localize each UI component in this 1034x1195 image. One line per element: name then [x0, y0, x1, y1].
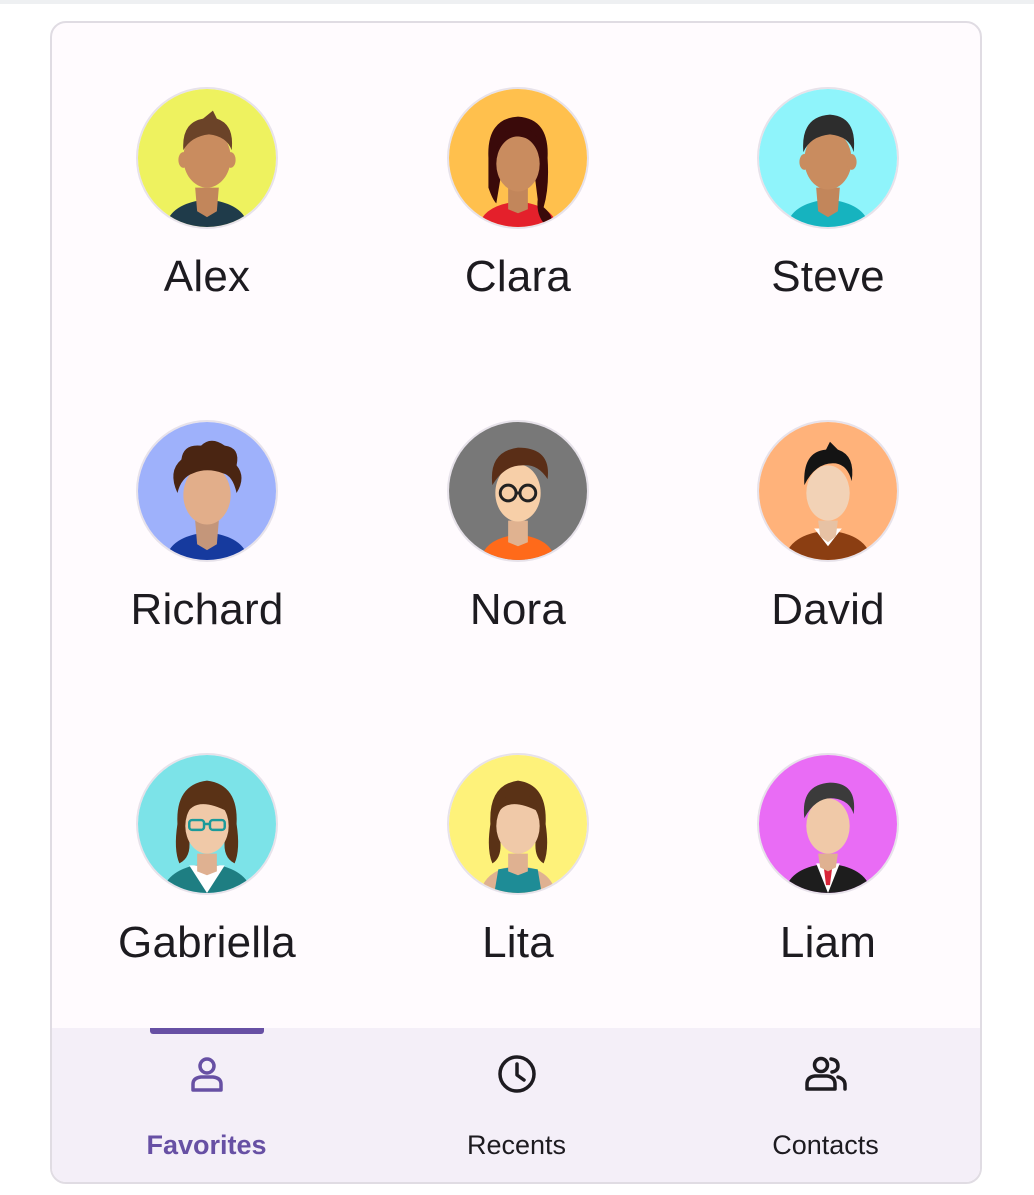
woman-avatar-icon	[449, 422, 587, 560]
nav-label: Favorites	[146, 1130, 267, 1160]
contact-steve[interactable]: Steve	[673, 87, 980, 327]
contact-david[interactable]: David	[673, 420, 980, 660]
favorites-card: Alex Clara Steve Richard Nora David Gabr…	[50, 21, 982, 1184]
contact-name: David	[771, 585, 885, 634]
nav-item-contacts[interactable]: Contacts	[671, 1028, 980, 1182]
avatar	[447, 753, 589, 895]
contact-name: Steve	[771, 252, 885, 301]
contact-name: Nora	[469, 585, 567, 634]
contact-gabriella[interactable]: Gabriella	[52, 753, 362, 993]
contact-nora[interactable]: Nora	[363, 420, 673, 660]
contact-clara[interactable]: Clara	[363, 87, 673, 327]
contact-lita[interactable]: Lita	[363, 753, 673, 993]
avatar	[136, 420, 278, 562]
person-icon	[190, 1057, 223, 1092]
contact-richard[interactable]: Richard	[52, 420, 362, 660]
clock-icon	[497, 1055, 536, 1093]
avatar	[136, 87, 278, 229]
nav-label: Contacts	[772, 1130, 879, 1160]
contact-name: Lita	[482, 918, 554, 967]
nav-item-recents[interactable]: Recents	[362, 1028, 671, 1182]
avatar	[136, 753, 278, 895]
nav-item-favorites[interactable]: Favorites	[52, 1028, 361, 1182]
woman-avatar-icon	[138, 755, 276, 893]
avatar	[757, 87, 899, 229]
man-avatar-icon	[138, 422, 276, 560]
favorites-grid: Alex Clara Steve Richard Nora David Gabr…	[52, 23, 980, 1028]
bottom-navigation-bar: Favorites Recents Contacts	[52, 1028, 980, 1182]
nav-label: Recents	[466, 1130, 567, 1160]
contact-name: Richard	[130, 585, 284, 634]
avatar	[447, 420, 589, 562]
man-avatar-icon	[759, 89, 897, 227]
avatar	[757, 753, 899, 895]
contact-name: Gabriella	[118, 918, 296, 967]
man-avatar-icon	[138, 89, 276, 227]
man-avatar-icon	[759, 755, 897, 893]
avatar	[757, 420, 899, 562]
man-avatar-icon	[759, 422, 897, 560]
woman-avatar-icon	[449, 89, 587, 227]
avatar	[447, 87, 589, 229]
woman-avatar-icon	[449, 755, 587, 893]
top-divider	[0, 0, 1034, 4]
contact-name: Liam	[779, 918, 877, 967]
group-icon	[804, 1056, 847, 1091]
contact-alex[interactable]: Alex	[52, 87, 362, 327]
contact-name: Alex	[163, 252, 251, 301]
contact-name: Clara	[464, 252, 572, 301]
contact-liam[interactable]: Liam	[673, 753, 980, 993]
active-tab-indicator	[150, 1028, 264, 1034]
